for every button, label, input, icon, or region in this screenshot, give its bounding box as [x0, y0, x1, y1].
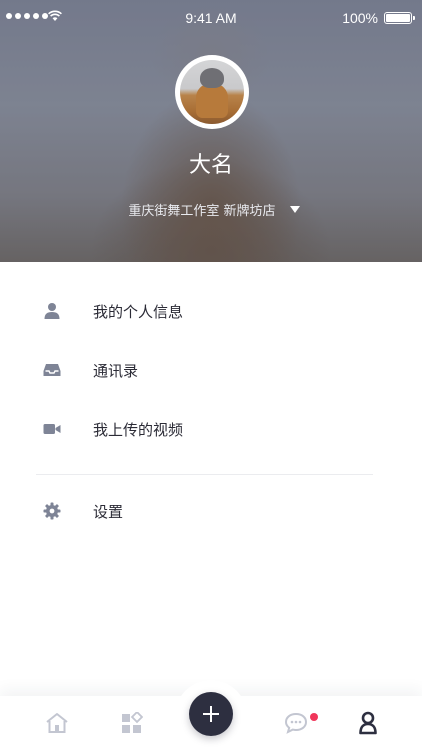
- chat-bubble-icon: [284, 712, 308, 734]
- user-name: 大名: [188, 153, 233, 178]
- battery-percentage: 100%: [342, 10, 378, 26]
- menu-item-my-videos[interactable]: 我上传的视频: [0, 401, 422, 457]
- menu-label-settings: 设置: [93, 502, 124, 521]
- grid-icon: [122, 712, 143, 733]
- inbox-icon: [42, 360, 62, 380]
- video-camera-icon: [42, 419, 62, 439]
- profile-header: [0, 0, 422, 262]
- tab-categories[interactable]: [119, 710, 145, 736]
- menu-label-personal-info: 我的个人信息: [93, 302, 184, 321]
- notification-badge: [310, 713, 318, 721]
- status-bar: 9:41 AM 100%: [0, 0, 422, 36]
- organization-selector[interactable]: 重庆街舞工作室 新牌坊店: [0, 200, 422, 219]
- menu-item-contacts[interactable]: 通讯录: [0, 342, 422, 398]
- add-button[interactable]: [189, 692, 233, 736]
- person-icon: [42, 301, 62, 321]
- home-icon: [46, 713, 68, 733]
- gear-icon: [42, 501, 62, 521]
- avatar-photo: [180, 60, 244, 124]
- person-icon: [359, 711, 377, 735]
- avatar[interactable]: [175, 55, 249, 129]
- tab-profile[interactable]: [355, 710, 381, 736]
- menu-item-personal-info[interactable]: 我的个人信息: [0, 283, 422, 339]
- battery-icon: [384, 12, 415, 24]
- menu-label-contacts: 通讯录: [93, 361, 139, 380]
- menu-item-settings[interactable]: 设置: [0, 483, 422, 539]
- plus-icon: [203, 706, 219, 722]
- tab-messages[interactable]: [283, 710, 309, 736]
- tab-home[interactable]: [44, 710, 70, 736]
- menu-label-my-videos: 我上传的视频: [93, 420, 184, 439]
- divider: [36, 474, 373, 475]
- organization-name: 重庆街舞工作室 新牌坊店: [128, 204, 276, 219]
- caret-down-icon[interactable]: [289, 206, 300, 213]
